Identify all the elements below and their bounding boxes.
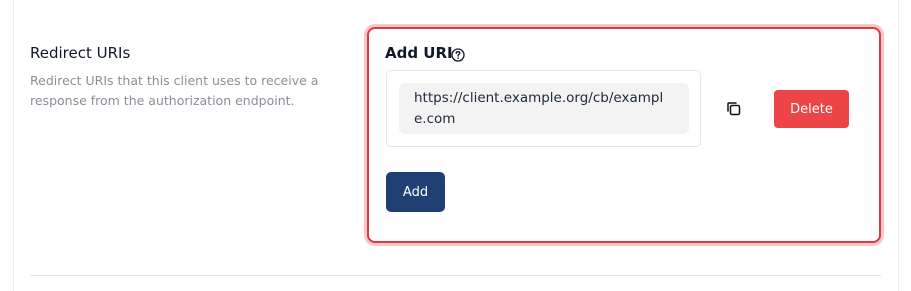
- redirect-uris-settings: Redirect URIs Redirect URIs that this cl…: [0, 0, 911, 291]
- card-right-border: [898, 0, 899, 291]
- copy-icon[interactable]: [725, 100, 742, 117]
- card-left-border: [13, 0, 14, 291]
- add-uri-label: Add URI: [385, 44, 453, 62]
- delete-uri-button[interactable]: Delete: [774, 90, 849, 128]
- question-circle-icon[interactable]: [451, 47, 465, 62]
- uri-value[interactable]: https://client.example.org/cb/example.co…: [399, 83, 689, 134]
- section-divider: [30, 275, 881, 276]
- section-title: Redirect URIs: [30, 44, 131, 62]
- add-uri-button[interactable]: Add: [386, 172, 445, 212]
- section-description: Redirect URIs that this client uses to r…: [30, 73, 319, 108]
